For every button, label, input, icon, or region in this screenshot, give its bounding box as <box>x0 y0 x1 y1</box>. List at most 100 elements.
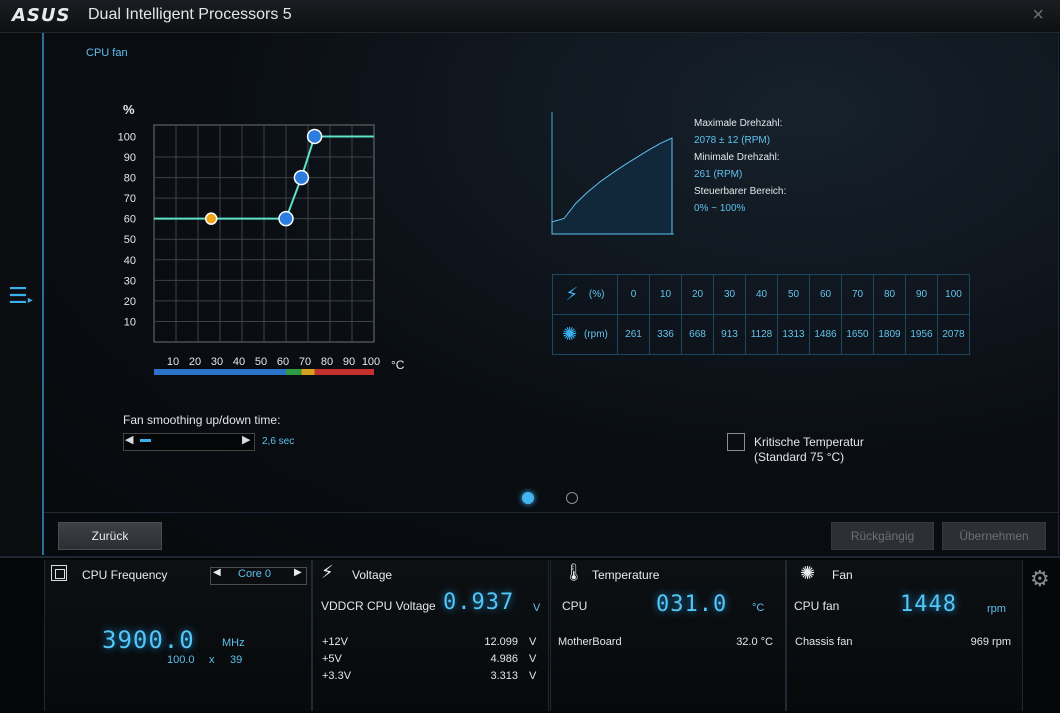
x-tick-label: 10 <box>167 356 179 368</box>
back-button[interactable]: Zurück <box>58 522 162 550</box>
rpm-cell: 913 <box>713 314 746 355</box>
percent-cell: 30 <box>713 274 746 315</box>
percent-cell: 60 <box>809 274 842 315</box>
cpu-temp-label: CPU <box>562 599 588 613</box>
table-row: ⚡ (%) 0 10 20 30 40 50 60 70 80 90 100 <box>552 274 970 315</box>
gear-icon[interactable]: ⚙ <box>1030 566 1050 592</box>
max-rpm-label: Maximale Drehzahl: <box>694 118 783 129</box>
slider-decrease-icon[interactable]: ◀ <box>125 433 133 446</box>
close-icon[interactable]: × <box>1032 4 1044 27</box>
percent-cell: 40 <box>745 274 778 315</box>
rpm-unit: (rpm) <box>583 329 608 341</box>
multiplier-x: x <box>209 654 215 666</box>
temperature-zone-bar <box>286 369 302 375</box>
rpm-cell: 1486 <box>809 314 842 355</box>
rpm-cell: 261 <box>617 314 650 355</box>
motherboard-value: 32.0 °C <box>736 636 773 648</box>
fan-icon: ✺ <box>562 324 578 344</box>
percent-cell: 80 <box>873 274 906 315</box>
percent-unit: (%) <box>588 289 605 301</box>
x-tick-label: 30 <box>211 356 223 368</box>
x-tick-label: 60 <box>277 356 289 368</box>
page-dot-2[interactable] <box>566 492 578 504</box>
min-rpm-value: 261 (RPM) <box>694 169 743 180</box>
percent-cell: 100 <box>937 274 970 315</box>
critical-temp-checkbox[interactable] <box>727 433 745 451</box>
curve-handle-1[interactable] <box>204 212 218 225</box>
fan-curve-chart[interactable]: 100 90 80 70 60 50 40 30 20 10 10 20 30 40 50 60 70 80 90… <box>110 98 420 383</box>
voltage-rail-value: 4.986 <box>490 653 518 665</box>
asus-logo: ASUS <box>12 5 71 26</box>
voltage-rail-value: 12.099 <box>484 636 518 648</box>
chassis-fan-label: Chassis fan <box>795 636 853 648</box>
critical-temp-sub: (Standard 75 °C) <box>754 450 845 464</box>
y-axis-unit: % <box>123 102 135 117</box>
percent-cell: 90 <box>905 274 938 315</box>
rpm-cell: 1313 <box>777 314 810 355</box>
voltage-rail-value: 3.313 <box>490 670 518 682</box>
percent-cell: 70 <box>841 274 874 315</box>
cpu-temp-unit: °C <box>752 602 765 614</box>
x-tick-label: 90 <box>343 356 355 368</box>
base-clock: 100.0 <box>167 654 195 666</box>
window-title: Dual Intelligent Processors 5 <box>88 6 292 23</box>
x-tick-label: 20 <box>189 356 201 368</box>
core-prev-icon[interactable]: ◀ <box>213 567 221 578</box>
fan-title: Fan <box>832 568 853 582</box>
rpm-cell: 1809 <box>873 314 906 355</box>
temperature-zone-bar <box>314 369 374 375</box>
chassis-fan-value: 969 rpm <box>970 636 1011 648</box>
rpm-cell: 1650 <box>841 314 874 355</box>
voltage-rail-unit: V <box>529 653 537 665</box>
voltage-rail-label: +12V <box>322 636 348 648</box>
apply-button[interactable]: Übernehmen <box>942 522 1046 550</box>
smoothing-value: 2,6 sec <box>262 436 295 447</box>
y-tick-label: 50 <box>124 234 136 246</box>
smoothing-label: Fan smoothing up/down time: <box>123 413 281 427</box>
rpm-cell: 2078 <box>937 314 970 355</box>
core-next-icon[interactable]: ▶ <box>294 567 302 578</box>
cpu-chip-icon <box>51 565 67 581</box>
rpm-cell: 1128 <box>745 314 778 355</box>
menu-expand-icon[interactable]: ☰▸ <box>8 283 33 309</box>
x-tick-label: 80 <box>321 356 333 368</box>
percent-cell: 0 <box>617 274 650 315</box>
critical-temp-label: Kritische Temperatur <box>754 435 864 449</box>
vddcr-value: 0.937 <box>443 590 515 615</box>
range-value: 0% ~ 100% <box>694 203 746 214</box>
curve-handle-2[interactable] <box>278 210 294 227</box>
x-tick-label: 70 <box>299 356 311 368</box>
slider-thumb[interactable] <box>140 439 151 442</box>
x-axis-unit: °C <box>391 358 405 372</box>
y-tick-label: 10 <box>124 316 136 328</box>
table-row: ✺ (rpm) 261 336 668 913 1128 1313 1486 1650 1809… <box>552 314 970 355</box>
multiplier: 39 <box>230 654 243 666</box>
percent-cell: 10 <box>649 274 682 315</box>
curve-handle-3[interactable] <box>293 169 310 186</box>
smoothing-slider[interactable] <box>123 433 255 451</box>
voltage-rail-label: +5V <box>322 653 342 665</box>
lightning-icon: ⚡ <box>321 562 334 582</box>
temperature-zone-bar <box>301 369 315 375</box>
vddcr-label: VDDCR CPU Voltage <box>321 599 436 613</box>
temperature-title: Temperature <box>592 568 660 582</box>
rpm-cell: 336 <box>649 314 682 355</box>
percent-cell: 50 <box>777 274 810 315</box>
x-tick-label: 100 <box>362 356 380 368</box>
rpm-table: ⚡ (%) 0 10 20 30 40 50 60 70 80 90 100 ✺ (rpm) 261… <box>552 274 970 355</box>
cpu-temp-value: 031.0 <box>656 592 728 617</box>
y-tick-label: 70 <box>124 193 136 205</box>
percent-header: ⚡ (%) <box>552 274 618 315</box>
slider-increase-icon[interactable]: ▶ <box>242 433 250 446</box>
cpu-frequency-title: CPU Frequency <box>82 568 168 582</box>
y-tick-label: 30 <box>124 275 136 287</box>
cpu-frequency-unit: MHz <box>222 637 245 649</box>
core-selected: Core 0 <box>238 568 272 580</box>
undo-button[interactable]: Rückgängig <box>831 522 934 550</box>
max-rpm-value: 2078 ± 12 (RPM) <box>694 135 771 146</box>
rpm-header: ✺ (rpm) <box>552 314 618 355</box>
page-dot-1[interactable] <box>522 492 534 504</box>
voltage-rail-label: +3.3V <box>322 670 352 682</box>
curve-handle-4[interactable] <box>306 128 323 145</box>
x-tick-label: 50 <box>255 356 267 368</box>
